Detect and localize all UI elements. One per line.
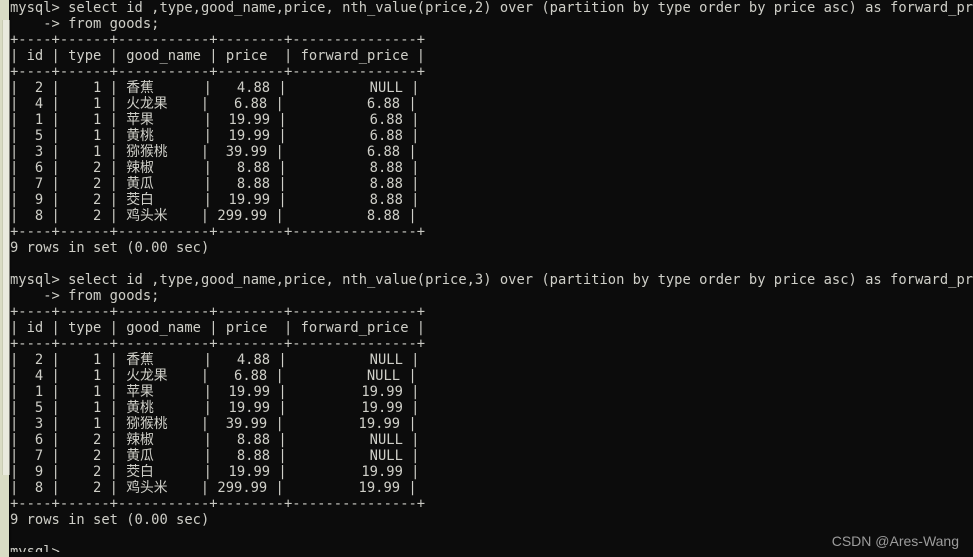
table-header-rule: +----+------+-----------+--------+------… — [10, 336, 426, 352]
table-row: | 5 | 1 | 黄桃 | 19.99 | 6.88 | — [10, 128, 420, 144]
table-bottom-rule: +----+------+-----------+--------+------… — [10, 496, 426, 512]
table-row: | 6 | 2 | 辣椒 | 8.88 | 8.88 | — [10, 160, 420, 176]
table-header-row: | id | type | good_name | price | forwar… — [10, 320, 426, 336]
command-line: mysql> select id ,type,good_name,price, … — [10, 272, 973, 288]
watermark: CSDN @Ares-Wang — [831, 533, 959, 549]
status-line: 9 rows in set (0.00 sec) — [10, 512, 210, 528]
terminal-window: mysql> select id ,type,good_name,price, … — [0, 0, 973, 557]
continuation-line: -> from goods; — [10, 16, 160, 32]
table-row: | 8 | 2 | 鸡头米 | 299.99 | 19.99 | — [10, 480, 417, 496]
table-row: | 4 | 1 | 火龙果 | 6.88 | NULL | — [10, 368, 417, 384]
vertical-scrollbar[interactable] — [0, 0, 10, 557]
table-row: | 3 | 1 | 猕猴桃 | 39.99 | 19.99 | — [10, 416, 417, 432]
table-row: | 2 | 1 | 香蕉 | 4.88 | NULL | — [10, 352, 420, 368]
command-line: mysql> select id ,type,good_name,price, … — [10, 0, 973, 16]
prompt-line[interactable]: mysql> — [10, 544, 959, 552]
table-bottom-rule: +----+------+-----------+--------+------… — [10, 224, 426, 240]
table-row: | 7 | 2 | 黄瓜 | 8.88 | 8.88 | — [10, 176, 420, 192]
table-row: | 3 | 1 | 猕猴桃 | 39.99 | 6.88 | — [10, 144, 417, 160]
continuation-line: -> from goods; — [10, 288, 160, 304]
table-row: | 7 | 2 | 黄瓜 | 8.88 | NULL | — [10, 448, 420, 464]
table-row: | 2 | 1 | 香蕉 | 4.88 | NULL | — [10, 80, 420, 96]
console-output[interactable]: mysql> select id ,type,good_name,price, … — [10, 0, 973, 557]
table-top-rule: +----+------+-----------+--------+------… — [10, 304, 426, 320]
table-row: | 8 | 2 | 鸡头米 | 299.99 | 8.88 | — [10, 208, 417, 224]
table-row: | 9 | 2 | 茭白 | 19.99 | 8.88 | — [10, 192, 420, 208]
scrollbar-shadow — [9, 0, 12, 557]
table-top-rule: +----+------+-----------+--------+------… — [10, 32, 426, 48]
table-row: | 6 | 2 | 辣椒 | 8.88 | NULL | — [10, 432, 420, 448]
table-row: | 5 | 1 | 黄桃 | 19.99 | 19.99 | — [10, 400, 420, 416]
table-row: | 4 | 1 | 火龙果 | 6.88 | 6.88 | — [10, 96, 417, 112]
table-row: | 1 | 1 | 苹果 | 19.99 | 6.88 | — [10, 112, 420, 128]
status-line: 9 rows in set (0.00 sec) — [10, 240, 210, 256]
table-row: | 9 | 2 | 茭白 | 19.99 | 19.99 | — [10, 464, 420, 480]
table-header-row: | id | type | good_name | price | forwar… — [10, 48, 426, 64]
table-header-rule: +----+------+-----------+--------+------… — [10, 64, 426, 80]
table-row: | 1 | 1 | 苹果 | 19.99 | 19.99 | — [10, 384, 420, 400]
